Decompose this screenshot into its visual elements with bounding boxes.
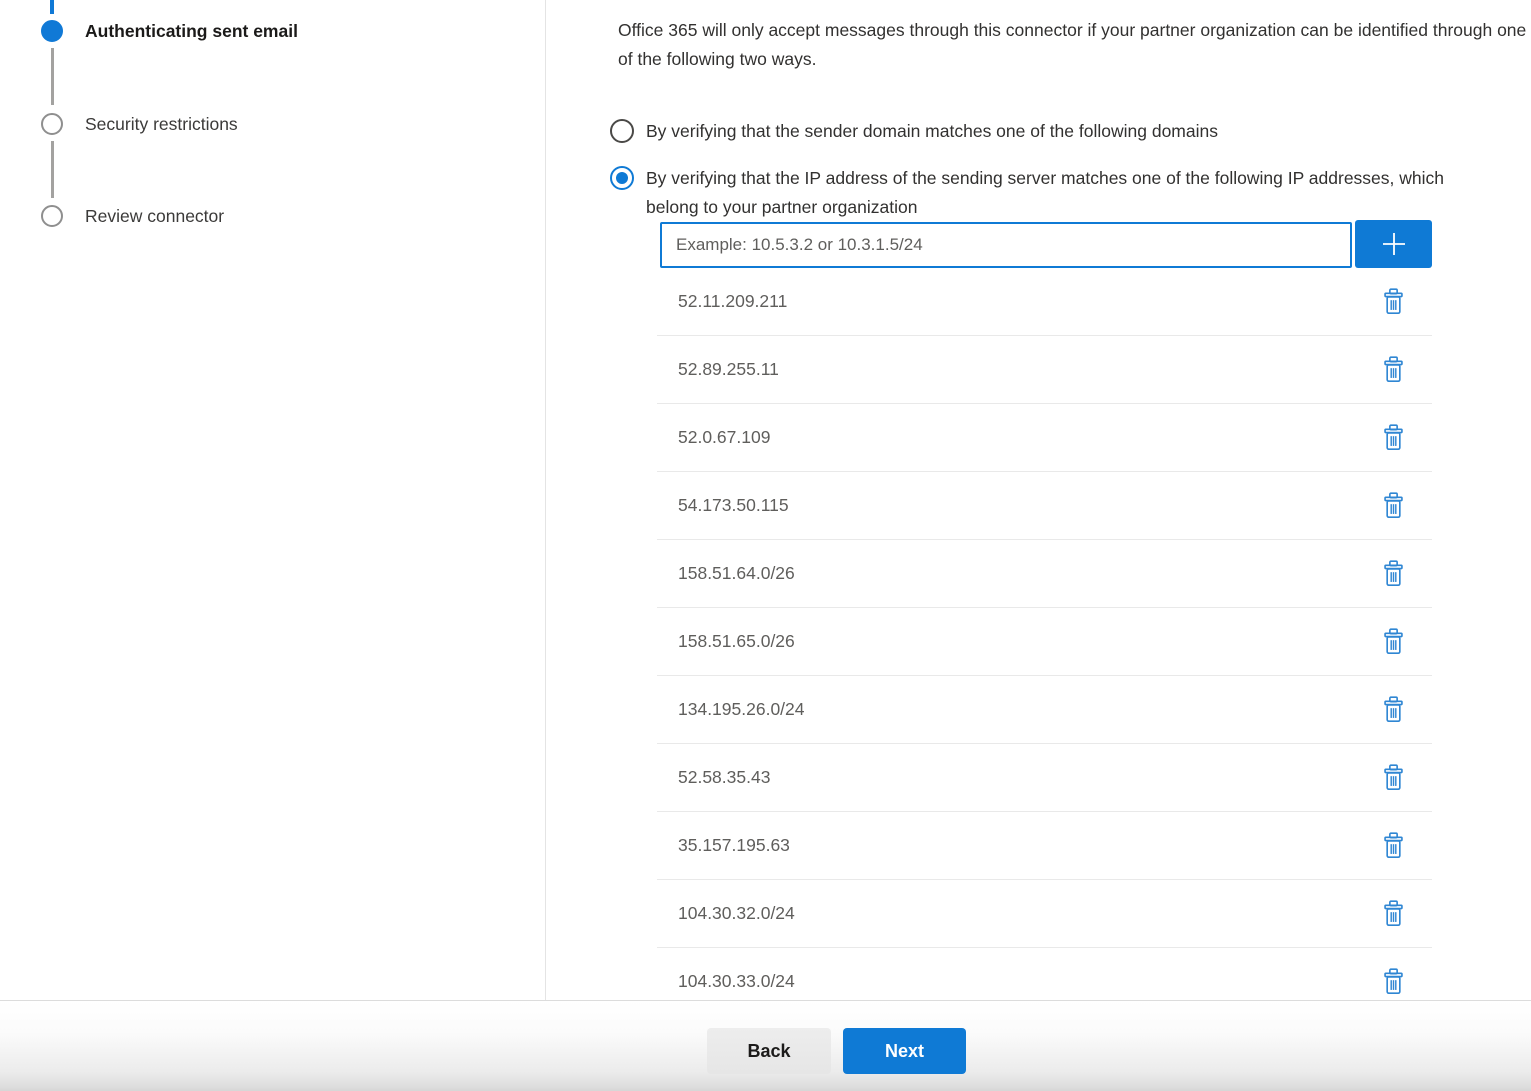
- ip-row: 104.30.32.0/24: [657, 880, 1432, 948]
- wizard-stepper: Authenticating sent email Security restr…: [0, 0, 545, 1000]
- delete-ip-button[interactable]: [1380, 354, 1407, 385]
- ip-row: 52.0.67.109: [657, 404, 1432, 472]
- delete-ip-button[interactable]: [1380, 490, 1407, 521]
- ip-address-value: 104.30.33.0/24: [678, 971, 1380, 992]
- ip-row: 158.51.64.0/26: [657, 540, 1432, 608]
- trash-icon: [1382, 356, 1405, 383]
- trash-icon: [1382, 628, 1405, 655]
- step-label: Authenticating sent email: [85, 21, 298, 42]
- delete-ip-button[interactable]: [1380, 694, 1407, 725]
- stepper-connector-line-completed: [50, 0, 54, 14]
- ip-address-list: 52.11.209.211 52.89.255.11: [657, 268, 1432, 1000]
- ip-row: 52.89.255.11: [657, 336, 1432, 404]
- ip-row: 52.58.35.43: [657, 744, 1432, 812]
- delete-ip-button[interactable]: [1380, 558, 1407, 589]
- step-security-restrictions: Security restrictions: [41, 113, 238, 135]
- ip-address-value: 52.11.209.211: [678, 291, 1380, 312]
- delete-ip-button[interactable]: [1380, 762, 1407, 793]
- step-label: Review connector: [85, 206, 224, 227]
- ip-row: 54.173.50.115: [657, 472, 1432, 540]
- step-active-dot-icon: [41, 20, 63, 42]
- step-authenticating-sent-email: Authenticating sent email: [41, 20, 298, 42]
- step-circle-icon: [41, 205, 63, 227]
- ip-row: 35.157.195.63: [657, 812, 1432, 880]
- step-label: Security restrictions: [85, 114, 238, 135]
- delete-ip-button[interactable]: [1380, 898, 1407, 929]
- stepper-connector-line: [51, 141, 54, 198]
- stepper-connector-line: [51, 48, 54, 105]
- radio-button-icon[interactable]: [610, 166, 634, 190]
- trash-icon: [1382, 900, 1405, 927]
- ip-row: 134.195.26.0/24: [657, 676, 1432, 744]
- radio-option-ip-address[interactable]: By verifying that the IP address of the …: [610, 164, 1474, 222]
- ip-row: 104.30.33.0/24: [657, 948, 1432, 1000]
- trash-icon: [1382, 288, 1405, 315]
- ip-address-value: 158.51.65.0/26: [678, 631, 1380, 652]
- ip-address-input[interactable]: [660, 222, 1352, 268]
- ip-row: 158.51.65.0/26: [657, 608, 1432, 676]
- ip-address-value: 134.195.26.0/24: [678, 699, 1380, 720]
- trash-icon: [1382, 832, 1405, 859]
- plus-icon: [1378, 228, 1410, 260]
- trash-icon: [1382, 492, 1405, 519]
- delete-ip-button[interactable]: [1380, 626, 1407, 657]
- delete-ip-button[interactable]: [1380, 966, 1407, 997]
- trash-icon: [1382, 696, 1405, 723]
- trash-icon: [1382, 764, 1405, 791]
- ip-row: 52.11.209.211: [657, 268, 1432, 336]
- ip-address-value: 52.0.67.109: [678, 427, 1380, 448]
- intro-text: Office 365 will only accept messages thr…: [618, 16, 1528, 74]
- delete-ip-button[interactable]: [1380, 830, 1407, 861]
- ip-address-value: 104.30.32.0/24: [678, 903, 1380, 924]
- trash-icon: [1382, 424, 1405, 451]
- ip-address-value: 54.173.50.115: [678, 495, 1380, 516]
- back-button[interactable]: Back: [707, 1028, 831, 1074]
- step-circle-icon: [41, 113, 63, 135]
- delete-ip-button[interactable]: [1380, 422, 1407, 453]
- add-ip-button[interactable]: [1355, 220, 1432, 268]
- wizard-footer: Back Next: [0, 1000, 1531, 1091]
- radio-option-label[interactable]: By verifying that the sender domain matc…: [646, 117, 1218, 146]
- ip-address-value: 158.51.64.0/26: [678, 563, 1380, 584]
- radio-option-label[interactable]: By verifying that the IP address of the …: [646, 164, 1474, 222]
- trash-icon: [1382, 968, 1405, 995]
- main-content: Office 365 will only accept messages thr…: [546, 0, 1531, 1000]
- step-review-connector: Review connector: [41, 205, 224, 227]
- ip-address-value: 52.58.35.43: [678, 767, 1380, 788]
- ip-address-value: 35.157.195.63: [678, 835, 1380, 856]
- delete-ip-button[interactable]: [1380, 286, 1407, 317]
- trash-icon: [1382, 560, 1405, 587]
- radio-button-icon[interactable]: [610, 119, 634, 143]
- ip-address-value: 52.89.255.11: [678, 359, 1380, 380]
- connector-wizard-page: Authenticating sent email Security restr…: [0, 0, 1531, 1091]
- next-button[interactable]: Next: [843, 1028, 966, 1074]
- radio-option-sender-domain[interactable]: By verifying that the sender domain matc…: [610, 117, 1218, 146]
